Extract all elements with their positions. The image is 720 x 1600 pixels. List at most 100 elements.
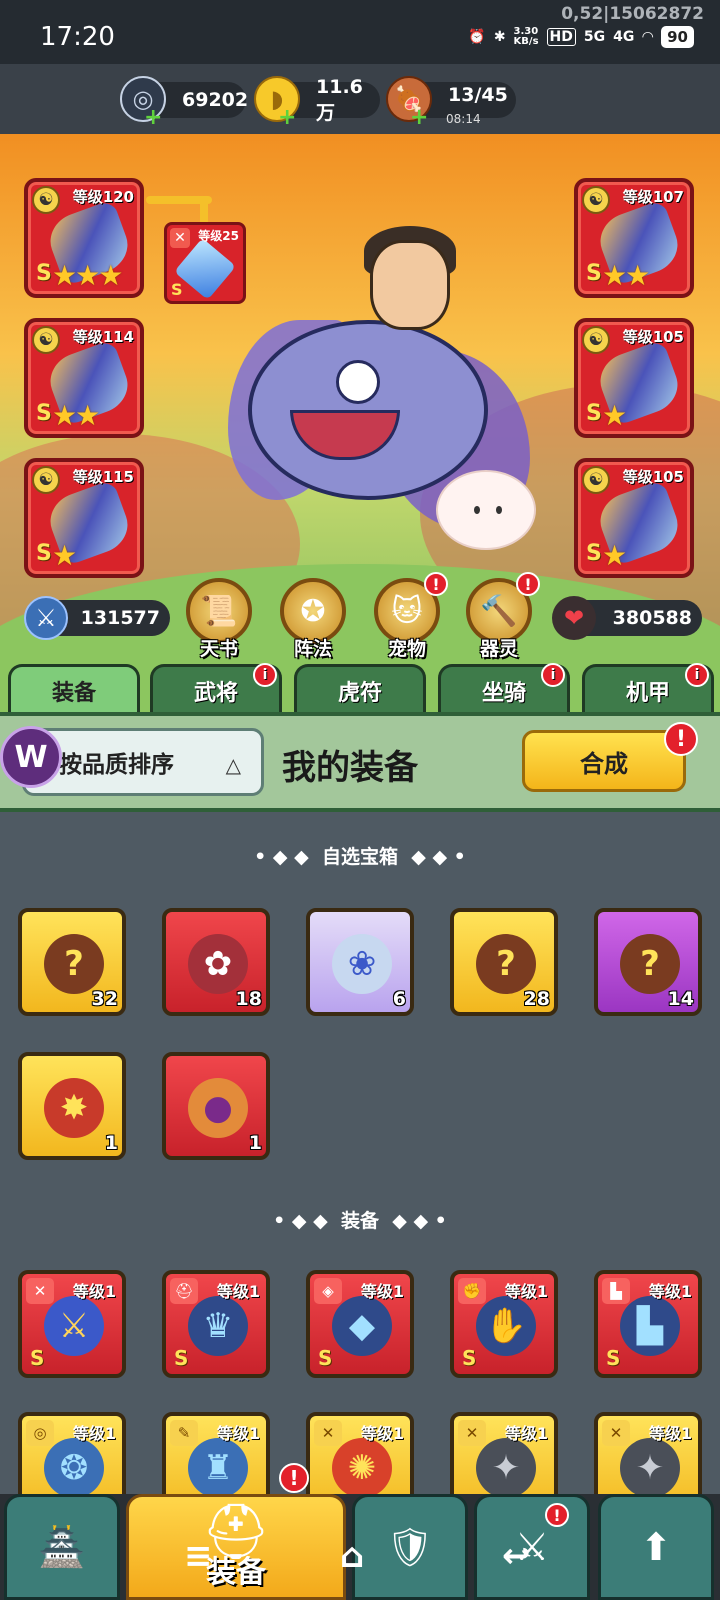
item-level: 等级1: [504, 1424, 548, 1443]
chest-item[interactable]: ● 1: [162, 1052, 270, 1160]
upgrade-icon: ⬆: [640, 1525, 672, 1569]
wifi-icon: ◠: [642, 29, 654, 45]
nav-battle[interactable]: ⚔!: [474, 1494, 590, 1600]
scroll-icon: ✎: [170, 1420, 198, 1446]
chest-item[interactable]: ❀ 6: [306, 908, 414, 1016]
notification-badge: i: [685, 663, 709, 687]
status-time: 17:20: [40, 22, 115, 52]
chest-item[interactable]: ✸ 1: [18, 1052, 126, 1160]
slot-grade: S: [36, 541, 52, 566]
quick-button-zhenfa[interactable]: ✪ 阵法: [278, 578, 348, 661]
chest-icon: ?: [44, 934, 104, 994]
chest-item[interactable]: ✿ 18: [162, 908, 270, 1016]
resource-gold[interactable]: ◗ + 11.6万: [254, 76, 380, 130]
pet-bun[interactable]: [436, 470, 536, 550]
weapon-art: ⚔: [44, 1296, 104, 1356]
slot-stars: ★: [602, 399, 627, 432]
boots-art: ▙: [620, 1296, 680, 1356]
fairy-icon: ❀: [332, 934, 392, 994]
equip-slot-armor[interactable]: ☯ 等级115 S ★: [24, 458, 144, 578]
item-level: 等级1: [504, 1282, 548, 1301]
slot-stars: ★★: [602, 259, 650, 292]
tab-mecha[interactable]: 机甲 i: [582, 663, 714, 714]
sword-icon: ✕: [314, 1420, 342, 1446]
synth-label: 合成: [580, 749, 628, 778]
chest-item[interactable]: ? 28: [450, 908, 558, 1016]
item-grade: S: [30, 1346, 45, 1370]
hd-icon: HD: [546, 28, 576, 46]
equip-slot-gauntlet[interactable]: ☯ 等级105 S ★: [574, 318, 694, 438]
helmet-art: ♜: [188, 1438, 248, 1498]
page-title: 我的装备: [282, 748, 418, 788]
slot-stars: ★: [52, 539, 77, 572]
dots-decoration: ◆ ◆ •: [379, 1210, 447, 1232]
slot-level: 等级120: [72, 188, 134, 206]
notification-badge: !: [424, 572, 448, 596]
dots-decoration: ◆ ◆ •: [398, 846, 466, 868]
resource-stamina[interactable]: 🍖 + 13/45 08:14: [386, 76, 516, 130]
menu-icon[interactable]: ≡: [184, 1536, 213, 1576]
chest-icon: ?: [620, 934, 680, 994]
tab-label: 虎符: [337, 680, 382, 706]
equip-slot-helmet[interactable]: ☯ 等级107 S ★★: [574, 178, 694, 298]
medal-art: ❂: [44, 1438, 104, 1498]
equip-slot-ring[interactable]: ☯ 等级114 S ★★: [24, 318, 144, 438]
equip-slot-boots[interactable]: ☯ 等级105 S ★: [574, 458, 694, 578]
tab-label: 装备: [51, 680, 96, 706]
hero-avatar[interactable]: [370, 240, 450, 330]
chest-item[interactable]: ? 32: [18, 908, 126, 1016]
equipment-item[interactable]: ◈ ◆ 等级1 S: [306, 1270, 414, 1378]
heart-icon: ❤: [552, 596, 596, 640]
add-silver-icon[interactable]: +: [144, 105, 162, 130]
dots-decoration: • ◆ ◆: [273, 1210, 341, 1232]
gem-level: 等级25: [198, 229, 239, 243]
equipment-item[interactable]: ▙ ▙ 等级1 S: [594, 1270, 702, 1378]
back-icon[interactable]: ↩: [502, 1536, 531, 1576]
home-icon[interactable]: ⌂: [340, 1536, 364, 1576]
nav-castle[interactable]: 🏯: [4, 1494, 120, 1600]
medal-icon: ◎: [26, 1420, 54, 1446]
nav-equipment[interactable]: ⛑ 装备 !: [126, 1463, 346, 1600]
tab-tiger-tally[interactable]: 虎符: [294, 664, 426, 714]
quick-button-pet[interactable]: 🐱 宠物 !: [372, 572, 448, 661]
puzzle-icon: ✿: [188, 934, 248, 994]
quick-button-tianshu[interactable]: 📜 天书: [184, 578, 254, 661]
nav-shield[interactable]: 🛡: [352, 1494, 468, 1600]
mount-eye: [336, 360, 380, 404]
resource-silver[interactable]: ◎ + 69202: [120, 76, 248, 130]
item-level: 等级1: [216, 1424, 260, 1443]
section-title: 装备: [340, 1210, 379, 1232]
hp-stat: ❤ 380588: [552, 596, 702, 640]
equip-slot-weapon[interactable]: ☯ 等级120 S ★★★: [24, 178, 144, 298]
overlay-logo: W: [0, 726, 62, 788]
tab-generals[interactable]: 武将 i: [150, 663, 282, 714]
add-stamina-icon[interactable]: +: [410, 105, 428, 130]
tab-mount[interactable]: 坐骑 i: [438, 663, 570, 714]
helmet-art: ♛: [188, 1296, 248, 1356]
add-gold-icon[interactable]: +: [278, 105, 296, 130]
armor-art: ◆: [332, 1296, 392, 1356]
equipment-item[interactable]: ✊ ✋ 等级1 S: [450, 1270, 558, 1378]
gem-slot[interactable]: ✕ 等级25 S: [164, 222, 246, 304]
nav-upgrade[interactable]: ⬆: [598, 1494, 714, 1600]
item-level: 等级1: [648, 1282, 692, 1301]
tab-equipment[interactable]: 装备: [8, 664, 140, 714]
notification-badge: !: [545, 1503, 569, 1527]
debug-readout: 0,52|15062872: [561, 4, 704, 24]
quick-label: 器灵: [479, 638, 518, 660]
equipment-item[interactable]: ✕ ⚔ 等级1 S: [18, 1270, 126, 1378]
section-header-chests: • ◆ ◆ 自选宝箱 ◆ ◆ •: [0, 842, 720, 869]
fire-art: ✺: [332, 1438, 392, 1498]
item-count: 28: [523, 988, 550, 1010]
shield-icon: 🛡: [385, 1524, 435, 1569]
chest-item[interactable]: ? 14: [594, 908, 702, 1016]
quick-button-qiling[interactable]: 🔨 器灵 !: [464, 572, 540, 661]
pet-eye: [474, 506, 480, 514]
notification-badge: i: [541, 663, 565, 687]
synthesize-button[interactable]: 合成: [522, 730, 686, 792]
nav-label: 装备: [206, 1555, 266, 1590]
item-level: 等级1: [216, 1282, 260, 1301]
slot-grade: S: [36, 261, 52, 286]
gauntlet-icon: ✊: [458, 1278, 486, 1304]
equipment-item[interactable]: ⛑ ♛ 等级1 S: [162, 1270, 270, 1378]
